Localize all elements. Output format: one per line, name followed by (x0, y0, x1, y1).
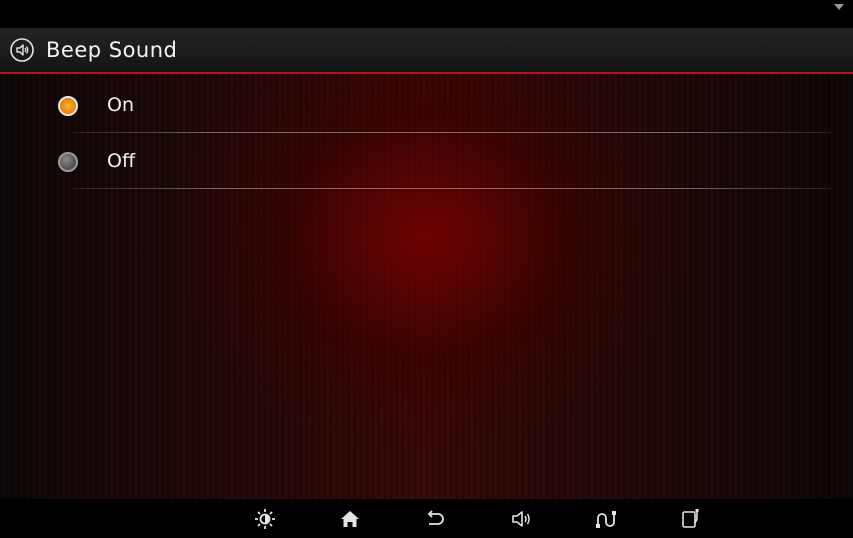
wifi-icon (834, 4, 844, 10)
night-mode-button[interactable] (166, 505, 194, 533)
phone-connect-button[interactable] (677, 505, 705, 533)
page-title: Beep Sound (46, 38, 178, 62)
option-off[interactable]: Off (0, 133, 853, 189)
phone-connect-icon (682, 509, 699, 528)
nav-bar (0, 499, 853, 538)
status-bar (0, 0, 853, 28)
option-label-off: Off (107, 150, 136, 172)
radio-on[interactable] (58, 96, 78, 116)
home-button[interactable] (336, 505, 364, 533)
moon-icon (174, 511, 182, 527)
divider (72, 188, 831, 189)
brightness-button[interactable] (251, 505, 279, 533)
back-icon (427, 510, 444, 525)
option-label-on: On (107, 94, 134, 116)
back-button[interactable] (421, 505, 449, 533)
brightness-icon (255, 509, 275, 529)
title-bar: Beep Sound (0, 28, 853, 74)
home-icon (341, 511, 359, 527)
option-on[interactable]: On (0, 77, 853, 133)
volume-icon (512, 511, 530, 527)
radio-off[interactable] (58, 152, 78, 172)
content-area: On Off (0, 74, 853, 499)
connect-button[interactable] (592, 505, 620, 533)
speaker-icon (10, 38, 34, 62)
volume-button[interactable] (507, 505, 535, 533)
connect-icon (596, 511, 616, 528)
